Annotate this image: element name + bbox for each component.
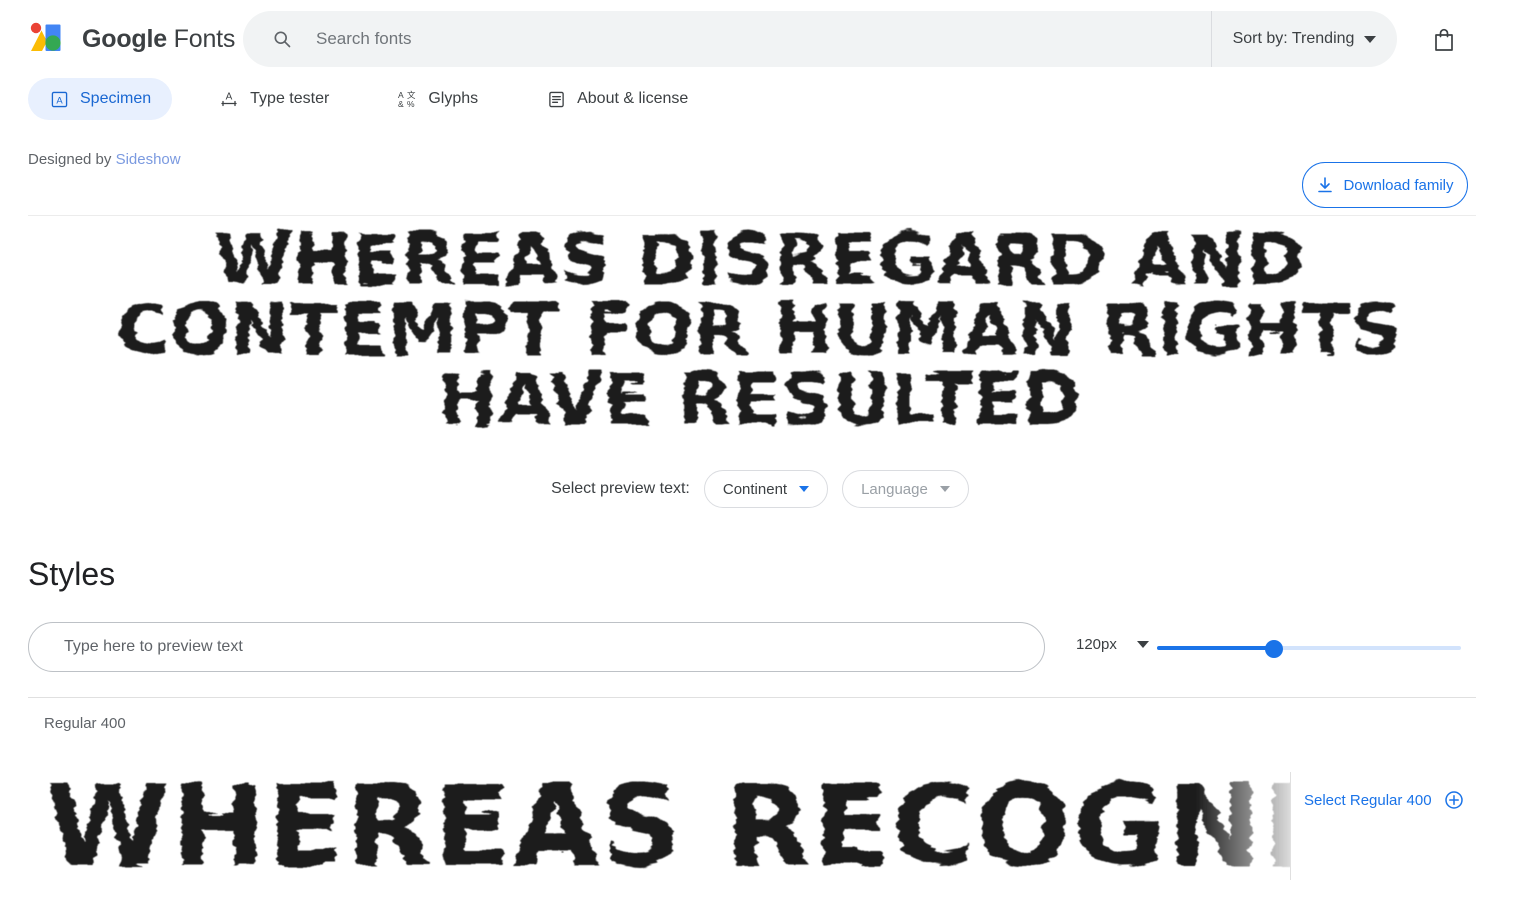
specimen-icon: A	[49, 89, 69, 109]
style-row-vertical-divider	[1290, 772, 1291, 880]
slider-fill	[1157, 646, 1274, 650]
chevron-down-icon	[1364, 35, 1377, 43]
tab-glyphs-label: Glyphs	[428, 90, 479, 107]
chevron-down-icon	[939, 486, 950, 492]
chevron-down-icon	[1136, 641, 1149, 648]
slider-thumb[interactable]	[1265, 640, 1283, 658]
continent-dropdown[interactable]: Continent	[703, 470, 829, 508]
font-size-label: 120px	[1076, 636, 1117, 653]
download-icon	[1318, 177, 1333, 193]
tab-glyphs[interactable]: A 文 & % Glyphs	[376, 78, 499, 120]
google-fonts-logo	[30, 22, 61, 51]
download-family-button[interactable]: Download family	[1302, 162, 1468, 208]
brand-fonts: Fonts	[173, 24, 236, 53]
svg-text:&: &	[398, 99, 404, 108]
tab-type-tester-label: Type tester	[250, 90, 330, 107]
sort-by-label: Sort by: Trending	[1232, 30, 1355, 47]
search-icon	[274, 31, 291, 48]
styles-heading: Styles	[28, 556, 116, 592]
tab-type-tester[interactable]: A Type tester	[198, 78, 350, 120]
style-row-preview[interactable]: Whereas recognition of the	[28, 757, 1290, 904]
preview-text-label: Select preview text:	[551, 480, 690, 497]
svg-text:A: A	[56, 95, 63, 106]
download-family-label: Download family	[1343, 176, 1454, 194]
continent-dropdown-label: Continent	[722, 480, 788, 498]
svg-text:A: A	[226, 92, 233, 103]
tab-about-license[interactable]: About & license	[525, 78, 709, 120]
tabbar-divider	[28, 215, 1476, 216]
chevron-down-icon	[799, 486, 810, 492]
preview-text-selector: Select preview text: Continent Language	[0, 470, 1520, 508]
type-tester-icon: A	[219, 89, 239, 109]
select-style-label: Select Regular 400	[1304, 791, 1432, 809]
font-detail-tabs: A Specimen A Type tester A 文 & % Glyphs …	[0, 78, 1520, 216]
style-preview-text: Whereas recognition of the	[46, 762, 1290, 892]
style-row-name: Regular 400	[44, 715, 126, 732]
specimen-hero-text: Whereas disregard and contempt for human…	[117, 219, 1403, 441]
shopping-bag-button[interactable]	[1424, 20, 1464, 60]
preview-text-input-wrapper[interactable]	[28, 622, 1045, 672]
top-header: Google Fonts Sort by: Trending	[0, 0, 1520, 78]
font-size-dropdown[interactable]: 120px	[1076, 636, 1149, 653]
svg-text:%: %	[407, 99, 415, 108]
search-bar[interactable]	[243, 11, 1211, 67]
about-license-icon	[546, 89, 566, 109]
designed-by: Designed by Sideshow	[28, 151, 181, 168]
language-dropdown[interactable]: Language	[842, 470, 969, 508]
font-size-slider[interactable]	[1157, 640, 1461, 658]
brand-wordmark: Google Fonts	[82, 25, 235, 54]
sort-by-dropdown[interactable]: Sort by: Trending	[1211, 11, 1397, 67]
glyphs-icon: A 文 & %	[397, 89, 417, 109]
styles-section-divider	[28, 697, 1476, 698]
google-fonts-home-link[interactable]: Google Fonts	[28, 21, 235, 57]
brand-google: Google	[82, 24, 167, 53]
designer-link[interactable]: Sideshow	[116, 151, 181, 168]
tab-about-license-label: About & license	[577, 90, 689, 107]
select-style-button[interactable]: Select Regular 400	[1304, 790, 1464, 810]
designed-by-prefix: Designed by	[28, 151, 116, 168]
language-dropdown-label: Language	[861, 480, 928, 498]
shopping-bag-icon	[1435, 28, 1453, 51]
search-input[interactable]	[314, 28, 1154, 50]
tab-specimen-label: Specimen	[80, 90, 152, 107]
preview-text-input[interactable]	[62, 637, 1002, 657]
add-circle-icon	[1444, 791, 1463, 809]
tab-specimen[interactable]: A Specimen	[28, 78, 173, 120]
